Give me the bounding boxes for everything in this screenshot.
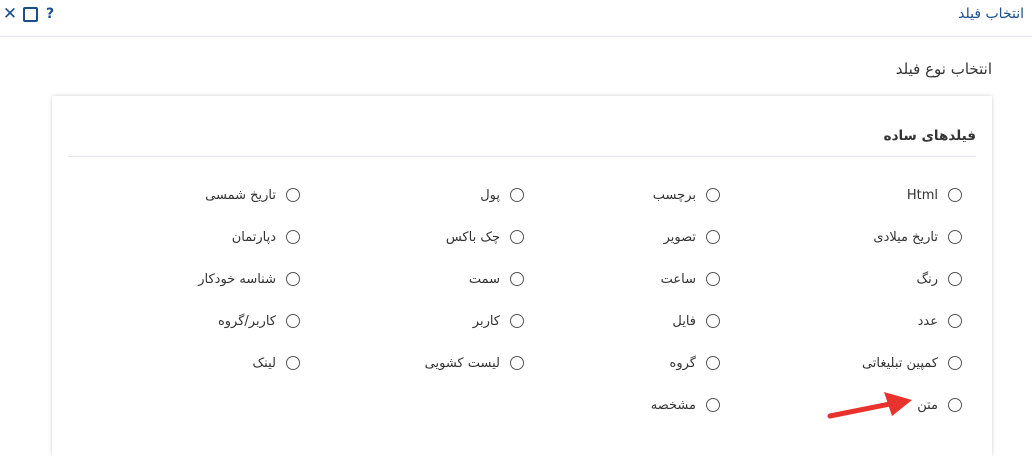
section-title: انتخاب نوع فیلد bbox=[895, 60, 992, 78]
field-option[interactable]: رنگ bbox=[916, 268, 962, 290]
radio-button[interactable] bbox=[948, 230, 962, 244]
radio-button[interactable] bbox=[706, 398, 720, 412]
radio-button[interactable] bbox=[510, 272, 524, 286]
field-option[interactable]: کاربر/گروه bbox=[218, 310, 300, 332]
radio-button[interactable] bbox=[948, 356, 962, 370]
radio-button[interactable] bbox=[510, 230, 524, 244]
field-option-label: کاربر bbox=[472, 313, 500, 329]
field-option-label: Html bbox=[906, 187, 938, 203]
field-option[interactable]: گروه bbox=[670, 352, 720, 374]
field-option-label: لینک bbox=[252, 355, 276, 371]
field-option-label: چک باکس bbox=[445, 229, 500, 245]
maximize-icon[interactable] bbox=[22, 6, 38, 22]
field-option-label: کمپین تبلیغاتی bbox=[861, 355, 938, 371]
divider bbox=[68, 156, 976, 157]
field-option[interactable]: فایل bbox=[672, 310, 720, 332]
window-title: انتخاب فیلد bbox=[958, 6, 1024, 22]
help-icon[interactable]: ? bbox=[42, 6, 58, 22]
field-option-label: لیست کشویی bbox=[424, 355, 500, 371]
radio-button[interactable] bbox=[510, 314, 524, 328]
field-option[interactable]: ساعت bbox=[661, 268, 720, 290]
field-option[interactable]: چک باکس bbox=[446, 226, 524, 248]
field-option-label: شناسه خودکار bbox=[198, 271, 276, 287]
radio-button[interactable] bbox=[510, 188, 524, 202]
field-option-label: دپارتمان bbox=[231, 229, 276, 245]
radio-button[interactable] bbox=[510, 356, 524, 370]
field-option-label: تاریخ شمسی bbox=[205, 187, 276, 203]
field-option-label: مشخصه bbox=[650, 397, 696, 413]
field-option[interactable]: تاریخ میلادی bbox=[873, 226, 962, 248]
field-option-label: برچسب bbox=[652, 187, 696, 203]
radio-button[interactable] bbox=[706, 356, 720, 370]
field-option[interactable]: کمپین تبلیغاتی bbox=[862, 352, 962, 374]
field-option[interactable]: برچسب bbox=[653, 184, 720, 206]
radio-button[interactable] bbox=[286, 356, 300, 370]
field-option-label: گروه bbox=[669, 355, 696, 371]
field-option-label: سمت bbox=[468, 271, 500, 287]
field-option[interactable]: مشخصه bbox=[651, 394, 720, 416]
field-option[interactable]: شناسه خودکار bbox=[198, 268, 300, 290]
radio-button[interactable] bbox=[706, 272, 720, 286]
radio-button[interactable] bbox=[948, 188, 962, 202]
field-option-label: پول bbox=[480, 187, 500, 203]
field-option[interactable]: کاربر bbox=[473, 310, 524, 332]
radio-button[interactable] bbox=[286, 314, 300, 328]
field-option-label: رنگ bbox=[916, 271, 938, 287]
radio-button[interactable] bbox=[706, 188, 720, 202]
field-option-label: کاربر/گروه bbox=[217, 313, 276, 329]
radio-button[interactable] bbox=[948, 272, 962, 286]
field-option[interactable]: دپارتمان bbox=[232, 226, 300, 248]
radio-button[interactable] bbox=[706, 230, 720, 244]
field-option[interactable]: عدد bbox=[918, 310, 962, 332]
radio-button[interactable] bbox=[948, 398, 962, 412]
field-option[interactable]: لینک bbox=[253, 352, 300, 374]
field-option-label: تصویر bbox=[663, 229, 696, 245]
field-option-label: متن bbox=[917, 397, 938, 413]
field-option-label: تاریخ میلادی bbox=[873, 229, 938, 245]
radio-button[interactable] bbox=[286, 272, 300, 286]
radio-button[interactable] bbox=[706, 314, 720, 328]
field-option-label: فایل bbox=[672, 313, 696, 329]
close-icon[interactable]: ✕ bbox=[2, 4, 18, 24]
group-title: فیلدهای ساده bbox=[883, 128, 976, 144]
field-option-label: ساعت bbox=[660, 271, 696, 287]
title-bar: انتخاب فیلد ✕ ? bbox=[0, 0, 1032, 37]
field-option[interactable]: متن bbox=[917, 394, 962, 416]
radio-button[interactable] bbox=[286, 230, 300, 244]
radio-button[interactable] bbox=[948, 314, 962, 328]
radio-button[interactable] bbox=[286, 188, 300, 202]
field-option[interactable]: تصویر bbox=[664, 226, 720, 248]
field-option[interactable]: پول bbox=[480, 184, 524, 206]
field-option[interactable]: Html bbox=[907, 184, 962, 206]
field-option-label: عدد bbox=[917, 313, 938, 329]
field-option[interactable]: تاریخ شمسی bbox=[205, 184, 300, 206]
pointer-arrow-icon bbox=[827, 392, 912, 419]
field-option[interactable]: لیست کشویی bbox=[425, 352, 524, 374]
field-option[interactable]: سمت bbox=[469, 268, 524, 290]
